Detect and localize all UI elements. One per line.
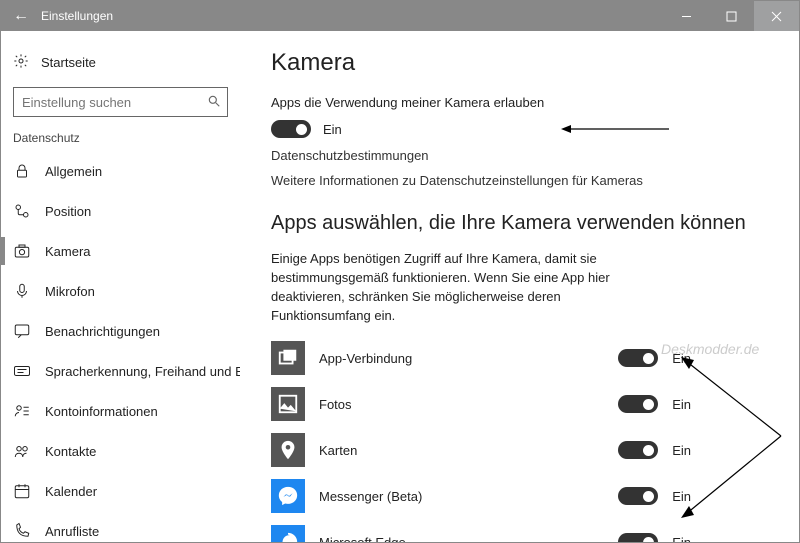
sidebar-item-people[interactable]: Kontakte [1,431,240,471]
sidebar: Startseite Datenschutz Allgemein Position… [1,31,241,542]
sidebar-item-pin[interactable]: Position [1,191,240,231]
maps-app-icon [271,433,305,467]
sidebar-item-label: Kontakte [45,444,96,459]
sidebar-item-phone[interactable]: Anrufliste [1,511,240,542]
app-name: App-Verbindung [319,351,604,366]
content: Kamera Apps die Verwendung meiner Kamera… [241,31,799,542]
window-title: Einstellungen [41,9,664,23]
search-box[interactable] [13,87,228,117]
app-toggle-state: Ein [672,489,691,504]
edge-app-icon [271,525,305,542]
app-toggle[interactable] [618,349,658,367]
messenger-app-icon [271,479,305,513]
app-name: Messenger (Beta) [319,489,604,504]
sidebar-item-camera[interactable]: Kamera [1,231,240,271]
sidebar-item-label: Kalender [45,484,97,499]
close-button[interactable] [754,1,799,31]
sidebar-item-lock[interactable]: Allgemein [1,151,240,191]
search-icon [207,94,221,111]
phone-icon [13,522,31,540]
app-row: Karten Ein [271,433,691,467]
app-toggle[interactable] [618,395,658,413]
camera-icon [13,242,31,260]
sidebar-item-label: Kontoinformationen [45,404,158,419]
mic-icon [13,282,31,300]
titlebar: ← Einstellungen [1,1,799,31]
account-icon [13,402,31,420]
sidebar-item-chat[interactable]: Benachrichtigungen [1,311,240,351]
sidebar-item-label: Mikrofon [45,284,95,299]
allow-camera-state: Ein [323,122,342,137]
app-row: Messenger (Beta) Ein [271,479,691,513]
lock-icon [13,162,31,180]
app-name: Karten [319,443,604,458]
speech-icon [13,362,31,380]
sidebar-item-label: Allgemein [45,164,102,179]
app-toggle[interactable] [618,533,658,542]
back-button[interactable]: ← [1,7,41,25]
privacy-link[interactable]: Datenschutzbestimmungen [271,148,769,163]
app-toggle-state: Ein [672,443,691,458]
app-name: Microsoft Edge [319,535,604,542]
people-icon [13,442,31,460]
sidebar-item-calendar[interactable]: Kalender [1,471,240,511]
app-toggle[interactable] [618,487,658,505]
app-name: Fotos [319,397,604,412]
photos-app-icon [271,387,305,421]
sidebar-item-label: Position [45,204,91,219]
app-row: Microsoft Edge Ein [271,525,691,542]
allow-camera-toggle[interactable] [271,120,311,138]
search-input[interactable] [20,94,207,111]
home-link[interactable]: Startseite [1,45,240,79]
app-row: Fotos Ein [271,387,691,421]
app-toggle-state: Ein [672,351,691,366]
chat-icon [13,322,31,340]
gear-icon [13,53,29,72]
sidebar-item-account[interactable]: Kontoinformationen [1,391,240,431]
sidebar-item-speech[interactable]: Spracherkennung, Freihand und Eingabe [1,351,240,391]
appconnect-app-icon [271,341,305,375]
app-toggle-state: Ein [672,535,691,542]
sidebar-section: Datenschutz [1,127,240,151]
maximize-button[interactable] [709,1,754,31]
sidebar-item-label: Benachrichtigungen [45,324,160,339]
page-heading: Kamera [271,49,769,77]
allow-label: Apps die Verwendung meiner Kamera erlaub… [271,95,769,110]
calendar-icon [13,482,31,500]
choose-description: Einige Apps benötigen Zugriff auf Ihre K… [271,250,631,325]
annotation-arrow-icon [681,336,791,536]
pin-icon [13,202,31,220]
app-toggle[interactable] [618,441,658,459]
app-toggle-state: Ein [672,397,691,412]
camera-info-link[interactable]: Weitere Informationen zu Datenschutzeins… [271,173,769,188]
sidebar-item-label: Anrufliste [45,524,99,539]
home-label: Startseite [41,55,96,70]
sidebar-item-label: Spracherkennung, Freihand und Eingabe [45,364,240,379]
minimize-button[interactable] [664,1,709,31]
app-row: App-Verbindung Ein [271,341,691,375]
sidebar-item-mic[interactable]: Mikrofon [1,271,240,311]
sidebar-item-label: Kamera [45,244,91,259]
choose-heading: Apps auswählen, die Ihre Kamera verwende… [271,210,769,236]
